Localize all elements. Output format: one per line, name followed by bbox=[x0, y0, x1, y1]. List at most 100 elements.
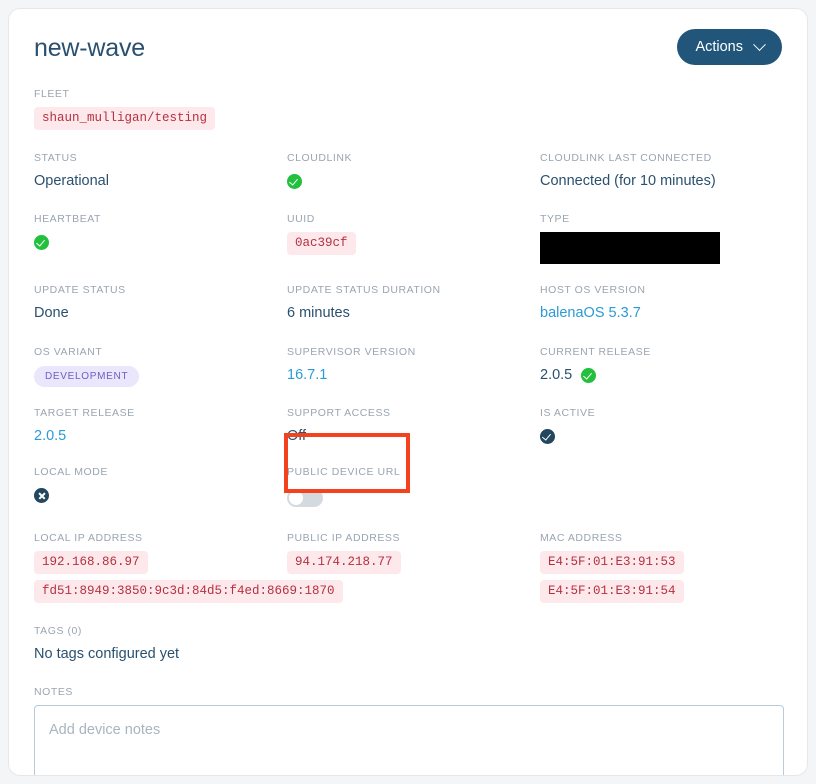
field-public-device-url: PUBLIC DEVICE URL bbox=[287, 465, 540, 507]
field-public-ip-address: PUBLIC IP ADDRESS 94.174.218.77 bbox=[287, 531, 540, 603]
update-status-duration-value: 6 minutes bbox=[287, 305, 350, 321]
field-status: STATUS Operational bbox=[34, 151, 287, 191]
mac-list: E4:5F:01:E3:91:53 E4:5F:01:E3:91:54 bbox=[540, 551, 800, 603]
field-label-update-status: UPDATE STATUS bbox=[34, 284, 126, 296]
target-release-value[interactable]: 2.0.5 bbox=[34, 426, 287, 446]
field-label-supervisor-version: SUPERVISOR VERSION bbox=[287, 346, 416, 358]
field-label-status: STATUS bbox=[34, 152, 78, 164]
actions-button-label: Actions bbox=[695, 39, 743, 55]
field-cloudlink: CLOUDLINK bbox=[287, 151, 540, 191]
type-value-redacted bbox=[540, 232, 720, 264]
field-label-current-release: CURRENT RELEASE bbox=[540, 346, 651, 358]
field-current-release: CURRENT RELEASE 2.0.5 bbox=[540, 345, 800, 387]
uuid-value-wrap: 0ac39cf bbox=[287, 232, 540, 255]
list-item: fd51:8949:3850:9c3d:84d5:f4ed:8669:1870 bbox=[34, 580, 343, 603]
actions-button[interactable]: Actions bbox=[677, 29, 782, 65]
mac-address-2[interactable]: E4:5F:01:E3:91:54 bbox=[540, 580, 684, 603]
list-item: E4:5F:01:E3:91:54 bbox=[540, 580, 800, 603]
tags-empty-message: No tags configured yet bbox=[34, 646, 180, 662]
row-update-status: UPDATE STATUS Done UPDATE STATUS DURATIO… bbox=[34, 283, 782, 323]
list-item: E4:5F:01:E3:91:53 bbox=[540, 551, 800, 574]
host-os-version-value[interactable]: balenaOS 5.3.7 bbox=[540, 303, 800, 323]
field-tags: TAGS (0) No tags configured yet bbox=[34, 624, 782, 664]
row-target-release: TARGET RELEASE 2.0.5 SUPPORT ACCESS Off … bbox=[34, 406, 782, 446]
field-uuid: UUID 0ac39cf bbox=[287, 212, 540, 264]
status-value: Operational bbox=[34, 173, 109, 189]
field-fleet: FLEET shaun_mulligan/testing bbox=[34, 87, 782, 130]
support-access-value: Off bbox=[287, 428, 307, 444]
public-device-url-toggle[interactable] bbox=[287, 489, 323, 507]
field-spacer bbox=[540, 465, 800, 507]
card-header: new-wave Actions bbox=[34, 29, 782, 77]
check-circle-icon bbox=[540, 428, 555, 444]
field-label-is-active: IS ACTIVE bbox=[540, 407, 596, 419]
field-label-cloudlink-last-connected: CLOUDLINK LAST CONNECTED bbox=[540, 152, 712, 164]
toggle-knob bbox=[289, 491, 303, 505]
field-label-public-device-url: PUBLIC DEVICE URL bbox=[287, 466, 401, 478]
field-update-status-duration: UPDATE STATUS DURATION 6 minutes bbox=[287, 283, 540, 323]
fleet-value[interactable]: shaun_mulligan/testing bbox=[34, 107, 216, 130]
field-label-heartbeat: HEARTBEAT bbox=[34, 213, 101, 225]
row-status: STATUS Operational CLOUDLINK CLOUDLINK L… bbox=[34, 151, 782, 191]
field-label-type: TYPE bbox=[540, 213, 570, 225]
local-ip-list: 192.168.86.97 fd51:8949:3850:9c3d:84d5:f… bbox=[34, 551, 343, 603]
os-variant-value-wrap: DEVELOPMENT bbox=[34, 365, 287, 387]
field-label-uuid: UUID bbox=[287, 213, 315, 225]
mac-address-1[interactable]: E4:5F:01:E3:91:53 bbox=[540, 551, 684, 574]
field-label-notes: NOTES bbox=[34, 686, 73, 698]
row-local-mode: LOCAL MODE PUBLIC DEVICE URL bbox=[34, 465, 782, 507]
cloudlink-last-connected-value: Connected (for 10 minutes) bbox=[540, 173, 716, 189]
field-label-cloudlink: CLOUDLINK bbox=[287, 152, 353, 164]
field-update-status: UPDATE STATUS Done bbox=[34, 283, 287, 323]
is-active-value bbox=[540, 426, 800, 446]
chevron-down-icon bbox=[753, 37, 766, 51]
heartbeat-value bbox=[34, 232, 287, 252]
field-label-public-ip-address: PUBLIC IP ADDRESS bbox=[287, 532, 401, 544]
field-label-host-os-version: HOST OS VERSION bbox=[540, 284, 646, 296]
row-os-variant: OS VARIANT DEVELOPMENT SUPERVISOR VERSIO… bbox=[34, 345, 782, 387]
row-addresses: LOCAL IP ADDRESS 192.168.86.97 fd51:8949… bbox=[34, 531, 782, 603]
update-status-value: Done bbox=[34, 305, 69, 321]
uuid-value[interactable]: 0ac39cf bbox=[287, 232, 356, 255]
field-heartbeat: HEARTBEAT bbox=[34, 212, 287, 264]
public-ip-list: 94.174.218.77 bbox=[287, 551, 540, 574]
x-circle-icon bbox=[34, 487, 49, 503]
field-label-support-access: SUPPORT ACCESS bbox=[287, 407, 391, 419]
local-mode-value bbox=[34, 485, 287, 505]
field-label-os-variant: OS VARIANT bbox=[34, 346, 103, 358]
os-variant-badge: DEVELOPMENT bbox=[34, 366, 140, 387]
notes-input[interactable] bbox=[34, 705, 784, 775]
field-label-tags: TAGS (0) bbox=[34, 625, 82, 637]
supervisor-version-value[interactable]: 16.7.1 bbox=[287, 365, 540, 385]
cloudlink-value bbox=[287, 171, 540, 191]
field-notes: NOTES bbox=[34, 685, 784, 775]
public-device-url-value bbox=[287, 485, 540, 507]
current-release-value-wrap: 2.0.5 bbox=[540, 365, 800, 385]
field-label-local-mode: LOCAL MODE bbox=[34, 466, 108, 478]
row-heartbeat: HEARTBEAT UUID 0ac39cf TYPE bbox=[34, 212, 782, 264]
field-support-access: SUPPORT ACCESS Off bbox=[287, 406, 540, 446]
list-item: 94.174.218.77 bbox=[287, 551, 540, 574]
local-ip-v4[interactable]: 192.168.86.97 bbox=[34, 551, 148, 574]
device-summary-card: new-wave Actions FLEET shaun_mulligan/te… bbox=[8, 8, 808, 776]
current-release-value[interactable]: 2.0.5 bbox=[540, 367, 572, 383]
field-label-mac-address: MAC ADDRESS bbox=[540, 532, 623, 544]
field-label-target-release: TARGET RELEASE bbox=[34, 407, 135, 419]
field-host-os-version: HOST OS VERSION balenaOS 5.3.7 bbox=[540, 283, 800, 323]
list-item: 192.168.86.97 bbox=[34, 551, 287, 574]
check-circle-icon bbox=[581, 367, 597, 383]
check-circle-icon bbox=[287, 173, 302, 189]
field-is-active: IS ACTIVE bbox=[540, 406, 800, 446]
field-local-ip-address: LOCAL IP ADDRESS 192.168.86.97 fd51:8949… bbox=[34, 531, 343, 603]
check-circle-icon bbox=[34, 234, 49, 250]
public-ip-v4[interactable]: 94.174.218.77 bbox=[287, 551, 401, 574]
field-mac-address: MAC ADDRESS E4:5F:01:E3:91:53 E4:5F:01:E… bbox=[540, 531, 800, 603]
page-title: new-wave bbox=[34, 34, 145, 62]
field-os-variant: OS VARIANT DEVELOPMENT bbox=[34, 345, 287, 387]
field-cloudlink-last-connected: CLOUDLINK LAST CONNECTED Connected (for … bbox=[540, 151, 800, 191]
field-local-mode: LOCAL MODE bbox=[34, 465, 287, 507]
field-target-release: TARGET RELEASE 2.0.5 bbox=[34, 406, 287, 446]
field-label-update-status-duration: UPDATE STATUS DURATION bbox=[287, 284, 441, 296]
field-label-fleet: FLEET bbox=[34, 88, 70, 100]
field-label-local-ip-address: LOCAL IP ADDRESS bbox=[34, 532, 143, 544]
